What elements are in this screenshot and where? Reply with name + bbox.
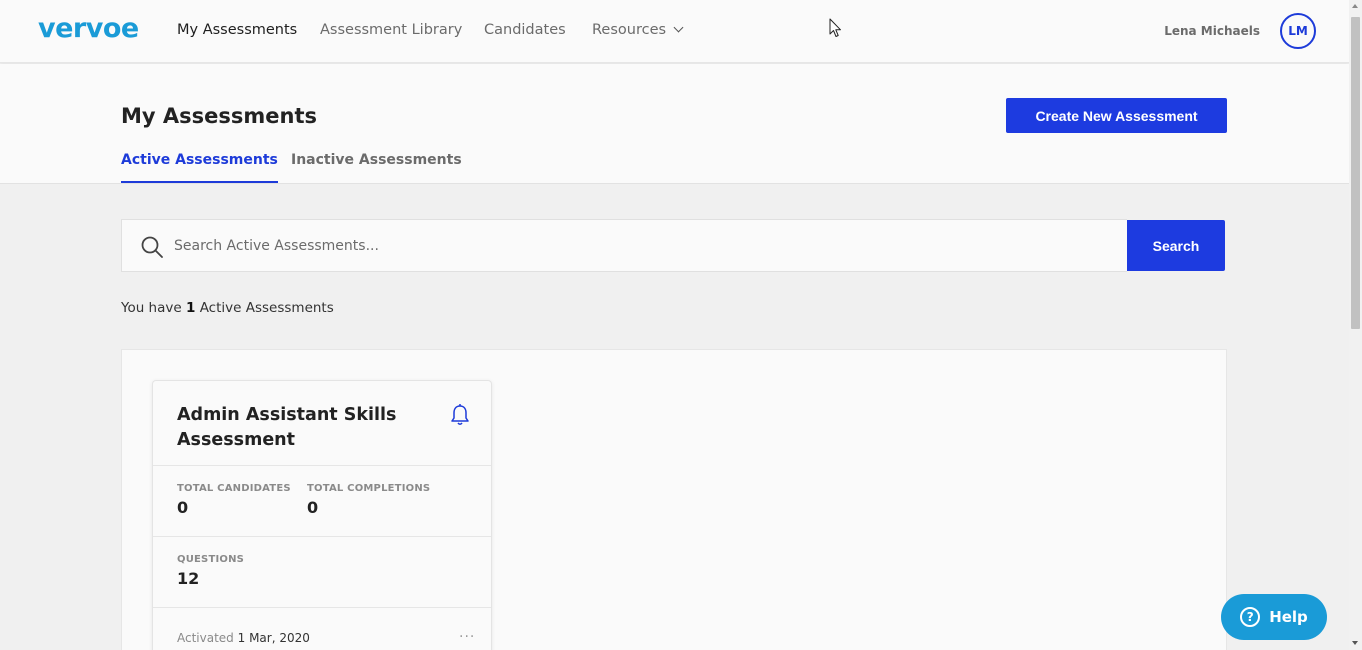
card-divider (153, 607, 491, 608)
activated-info: Activated 1 Mar, 2020 (177, 631, 310, 645)
user-name[interactable]: Lena Michaels (1164, 24, 1260, 38)
chevron-down-icon (673, 22, 684, 33)
activated-label: Activated (177, 631, 234, 645)
active-count-summary: You have 1 Active Assessments (121, 300, 334, 316)
activated-date: 1 Mar, 2020 (237, 631, 310, 645)
tab-active-assessments[interactable]: Active Assessments (121, 152, 278, 183)
questions-label: QUESTIONS (177, 554, 245, 565)
tab-inactive-assessments[interactable]: Inactive Assessments (291, 152, 462, 181)
search-button[interactable]: Search (1127, 220, 1225, 271)
total-completions-value: 0 (307, 498, 319, 517)
mouse-pointer-icon (829, 18, 841, 37)
nav-assessment-library[interactable]: Assessment Library (320, 22, 462, 38)
search-icon (141, 236, 163, 258)
vervoe-logo[interactable]: vervoe (38, 13, 139, 44)
total-completions-label: TOTAL COMPLETIONS (307, 483, 431, 494)
nav-resources[interactable]: Resources (592, 22, 684, 38)
help-label: Help (1269, 608, 1308, 626)
assessment-card[interactable]: Admin Assistant Skills Assessment TOTAL … (152, 380, 492, 650)
scroll-down-arrow-icon[interactable] (1352, 641, 1358, 645)
user-avatar[interactable]: LM (1280, 13, 1316, 49)
nav-my-assessments[interactable]: My Assessments (177, 22, 297, 38)
summary-prefix: You have (121, 300, 182, 316)
nav-resources-label: Resources (592, 22, 667, 38)
create-new-assessment-button[interactable]: Create New Assessment (1006, 98, 1227, 133)
search-bar (121, 219, 1127, 272)
help-button[interactable]: ? Help (1221, 594, 1327, 640)
top-navigation-bar: vervoe My Assessments Assessment Library… (0, 0, 1349, 63)
card-divider (153, 536, 491, 537)
summary-count: 1 (185, 300, 196, 316)
more-options-icon[interactable]: ··· (459, 629, 475, 645)
question-circle-icon: ? (1240, 607, 1261, 627)
search-input[interactable] (174, 220, 1074, 271)
questions-value: 12 (177, 569, 200, 588)
bell-icon[interactable] (449, 403, 471, 427)
page-scrollbar[interactable] (1349, 0, 1362, 650)
total-candidates-label: TOTAL CANDIDATES (177, 483, 291, 494)
total-candidates-value: 0 (177, 498, 189, 517)
page-title: My Assessments (121, 104, 318, 128)
assessment-title[interactable]: Admin Assistant Skills Assessment (177, 403, 427, 453)
scroll-up-arrow-icon[interactable] (1352, 4, 1358, 8)
page-header: My Assessments Create New Assessment Act… (0, 64, 1349, 184)
summary-suffix: Active Assessments (199, 300, 334, 316)
scrollbar-thumb[interactable] (1351, 17, 1360, 329)
card-divider (153, 465, 491, 466)
nav-candidates[interactable]: Candidates (484, 22, 566, 38)
